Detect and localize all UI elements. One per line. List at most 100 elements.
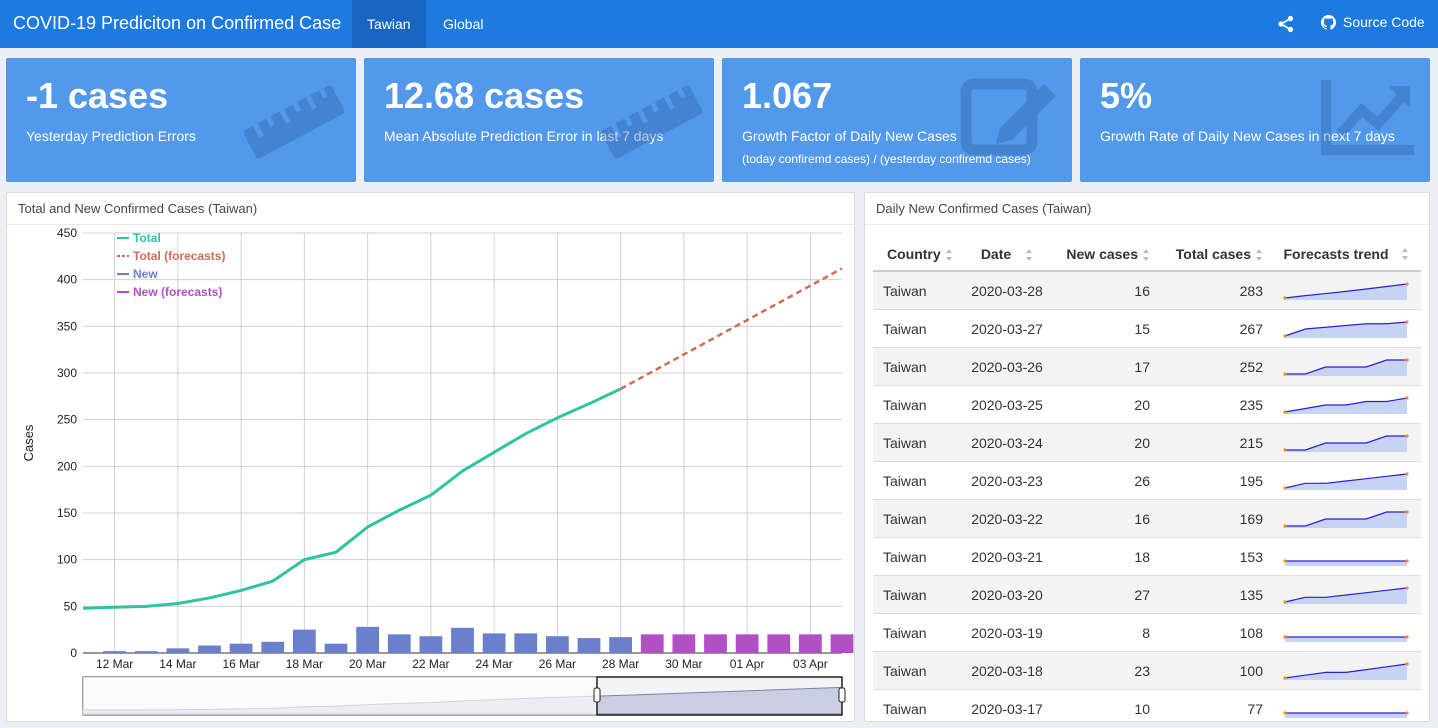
x-tick-label: 14 Mar xyxy=(159,657,196,671)
col-header-forecasts-trend[interactable]: Forecasts trend xyxy=(1271,246,1421,262)
total-cases-cell: 252 xyxy=(1239,358,1263,375)
y-tick-label: 200 xyxy=(57,459,77,473)
edit-icon xyxy=(960,78,1056,156)
sparkline-area xyxy=(1285,560,1407,566)
source-code-link[interactable]: Source Code xyxy=(1321,14,1425,30)
table-panel-title: Daily New Confirmed Cases (Taiwan) xyxy=(865,193,1429,225)
sort-icon xyxy=(1026,249,1033,262)
bar xyxy=(830,634,854,653)
x-tick-label: 22 Mar xyxy=(412,657,449,671)
date-cell: 2020-03-21 xyxy=(971,548,1043,565)
sparkline-area xyxy=(1285,712,1407,718)
date-cell: 2020-03-18 xyxy=(971,662,1043,679)
table-row[interactable]: Taiwan 2020-03-26 17 252 xyxy=(873,348,1421,386)
y-tick-label: 150 xyxy=(57,506,77,520)
date-cell: 2020-03-22 xyxy=(971,510,1043,527)
table-row[interactable]: Taiwan 2020-03-20 27 135 xyxy=(873,576,1421,614)
trend-cell xyxy=(1271,623,1421,643)
country-cell: Taiwan xyxy=(883,510,927,527)
bar xyxy=(324,643,348,653)
total-cases-cell: 108 xyxy=(1239,624,1263,641)
trend-cell xyxy=(1271,585,1421,605)
bar xyxy=(419,636,443,653)
bar xyxy=(356,626,380,653)
col-header-country[interactable]: Country xyxy=(873,246,963,262)
sparkline-endpoint xyxy=(1283,409,1287,414)
y-tick-label: 350 xyxy=(57,319,77,333)
y-tick-label: 300 xyxy=(57,366,77,380)
bar xyxy=(672,634,696,653)
bar xyxy=(387,634,411,653)
country-cell: Taiwan xyxy=(883,434,927,451)
value-box-value: 1.067 xyxy=(742,75,833,116)
value-box-growth-rate: 5% Growth Rate of Daily New Cases in nex… xyxy=(1080,58,1430,182)
tab-taiwan[interactable]: Tawian xyxy=(352,0,426,48)
trend-cell xyxy=(1271,319,1421,339)
sparkline-endpoint xyxy=(1405,281,1409,286)
y-tick-label: 100 xyxy=(57,553,77,567)
tab-global[interactable]: Global xyxy=(428,0,498,48)
trend-cell xyxy=(1271,509,1421,529)
sparkline-endpoint xyxy=(1405,710,1409,715)
sparkline-endpoint xyxy=(1405,395,1409,400)
forecast-sparkline xyxy=(1283,471,1409,490)
table-row[interactable]: Taiwan 2020-03-25 20 235 xyxy=(873,386,1421,424)
range-selector-handle[interactable] xyxy=(593,687,601,703)
new-cases-cell: 10 xyxy=(1134,700,1150,717)
table-row[interactable]: Taiwan 2020-03-21 18 153 xyxy=(873,538,1421,576)
forecast-sparkline xyxy=(1283,558,1409,566)
sparkline-endpoint xyxy=(1405,433,1409,438)
bar xyxy=(545,636,569,653)
source-code-label: Source Code xyxy=(1343,14,1425,30)
total-cases-cell: 283 xyxy=(1239,282,1263,299)
value-box-value: -1 cases xyxy=(26,75,169,116)
total-cases-cell: 267 xyxy=(1239,320,1263,337)
share-icon[interactable] xyxy=(1277,15,1295,33)
range-selector-handle[interactable] xyxy=(838,687,846,703)
new-cases-cell: 20 xyxy=(1134,396,1150,413)
new-cases-cell: 27 xyxy=(1134,586,1150,603)
table-row[interactable]: Taiwan 2020-03-23 26 195 xyxy=(873,462,1421,500)
confirmed-cases-chart[interactable]: 0 50 100 150 200 250 300 350 400 450 12 Mar 14 Mar 1… xyxy=(7,225,855,722)
country-cell: Taiwan xyxy=(883,624,927,641)
new-cases-cell: 17 xyxy=(1134,358,1150,375)
table-row[interactable]: Taiwan 2020-03-22 16 169 xyxy=(873,500,1421,538)
new-cases-cell: 16 xyxy=(1134,282,1150,299)
x-tick-label: 18 Mar xyxy=(286,657,323,671)
forecast-sparkline xyxy=(1283,710,1409,718)
chart-panel-title: Total and New Confirmed Cases (Taiwan) xyxy=(7,193,854,225)
table-row[interactable]: Taiwan 2020-03-24 20 215 xyxy=(873,424,1421,462)
forecast-sparkline xyxy=(1283,357,1409,376)
sparkline-endpoint xyxy=(1405,509,1409,514)
col-header-date[interactable]: Date xyxy=(963,246,1051,262)
value-box-subtitle: Growth Factor of Daily New Cases xyxy=(742,128,957,144)
trend-cell xyxy=(1271,395,1421,415)
sparkline-endpoint xyxy=(1405,471,1409,476)
sort-icon xyxy=(1143,249,1149,262)
table-row[interactable]: Taiwan 2020-03-27 15 267 xyxy=(873,310,1421,348)
sparkline-endpoint xyxy=(1283,295,1287,300)
sparkline-endpoint xyxy=(1283,333,1287,338)
table-row[interactable]: Taiwan 2020-03-19 8 108 xyxy=(873,614,1421,652)
table-row[interactable]: Taiwan 2020-03-28 16 283 xyxy=(873,272,1421,310)
github-icon xyxy=(1321,14,1336,30)
new-cases-cell: 18 xyxy=(1134,548,1150,565)
sparkline-endpoint xyxy=(1283,675,1287,680)
table-row[interactable]: Taiwan 2020-03-18 23 100 xyxy=(873,652,1421,690)
trend-cell xyxy=(1271,433,1421,453)
date-cell: 2020-03-28 xyxy=(971,282,1043,299)
bar xyxy=(451,627,474,653)
sparkline-endpoint xyxy=(1283,634,1287,639)
y-tick-label: 400 xyxy=(57,273,77,287)
sparkline-endpoint xyxy=(1405,319,1409,324)
legend-label: New (forecasts) xyxy=(133,285,222,299)
navbar: COVID-19 Prediciton on Confirmed Case Ta… xyxy=(0,0,1438,48)
y-tick-label: 250 xyxy=(57,413,77,427)
bar xyxy=(482,633,506,653)
country-cell: Taiwan xyxy=(883,472,927,489)
table-row[interactable]: Taiwan 2020-03-17 10 77 xyxy=(873,690,1421,721)
total-cases-cell: 235 xyxy=(1239,396,1263,413)
sparkline-endpoint xyxy=(1405,634,1409,639)
col-header-new-cases[interactable]: New cases xyxy=(1051,246,1158,262)
col-header-total-cases[interactable]: Total cases xyxy=(1158,246,1271,262)
